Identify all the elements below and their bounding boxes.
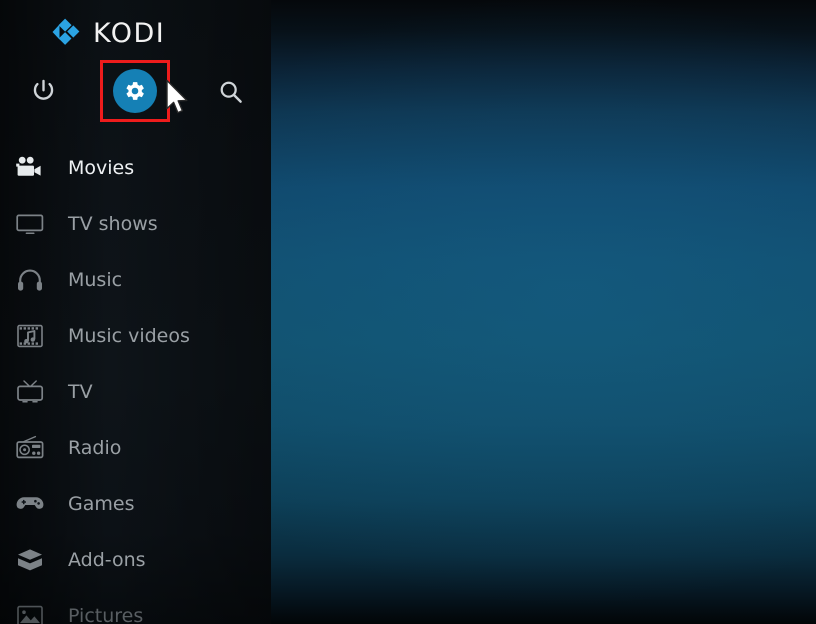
menu-item-label: Add-ons (68, 549, 146, 571)
menu-item-music-videos[interactable]: Music videos (0, 308, 271, 364)
kodi-logo-text: KODI (93, 17, 166, 49)
pictures-icon (10, 600, 50, 624)
content-pane (271, 0, 816, 624)
headphones-icon (10, 264, 50, 296)
menu-item-label: TV (68, 381, 93, 403)
film-music-icon (10, 320, 50, 352)
menu-item-label: Music videos (68, 325, 190, 347)
television-icon (10, 208, 50, 240)
menu-item-movies[interactable]: Movies (0, 140, 271, 196)
kodi-logo-icon (48, 14, 84, 50)
menu-item-label: Radio (68, 437, 122, 459)
menu-item-radio[interactable]: Radio (0, 420, 271, 476)
settings-button[interactable] (104, 60, 166, 122)
menu-item-label: Pictures (68, 605, 144, 624)
menu-item-music[interactable]: Music (0, 252, 271, 308)
crt-tv-icon (10, 376, 50, 408)
menu-item-label: TV shows (68, 213, 158, 235)
search-icon (217, 78, 244, 105)
menu-item-tv-shows[interactable]: TV shows (0, 196, 271, 252)
menu-item-add-ons[interactable]: Add-ons (0, 532, 271, 588)
settings-button-circle (113, 69, 157, 113)
open-box-icon (10, 544, 50, 576)
kodi-home-screen: KODI Movies TV shows Music Music videos … (0, 0, 816, 624)
movie-camera-icon (10, 152, 50, 184)
menu-item-tv[interactable]: TV (0, 364, 271, 420)
gear-icon (124, 80, 146, 102)
menu-item-label: Music (68, 269, 123, 291)
kodi-logo: KODI (48, 11, 165, 53)
menu-item-games[interactable]: Games (0, 476, 271, 532)
radio-icon (10, 432, 50, 464)
menu-item-label: Games (68, 493, 135, 515)
sidebar: KODI Movies TV shows Music Music videos … (0, 0, 271, 624)
power-icon (30, 78, 57, 105)
menu-item-pictures[interactable]: Pictures (0, 588, 271, 624)
menu-item-label: Movies (68, 157, 135, 179)
top-icon-bar (0, 60, 271, 122)
search-button[interactable] (199, 60, 261, 122)
power-button[interactable] (12, 60, 74, 122)
main-menu: Movies TV shows Music Music videos TV Ra… (0, 140, 271, 624)
gamepad-icon (10, 488, 50, 520)
